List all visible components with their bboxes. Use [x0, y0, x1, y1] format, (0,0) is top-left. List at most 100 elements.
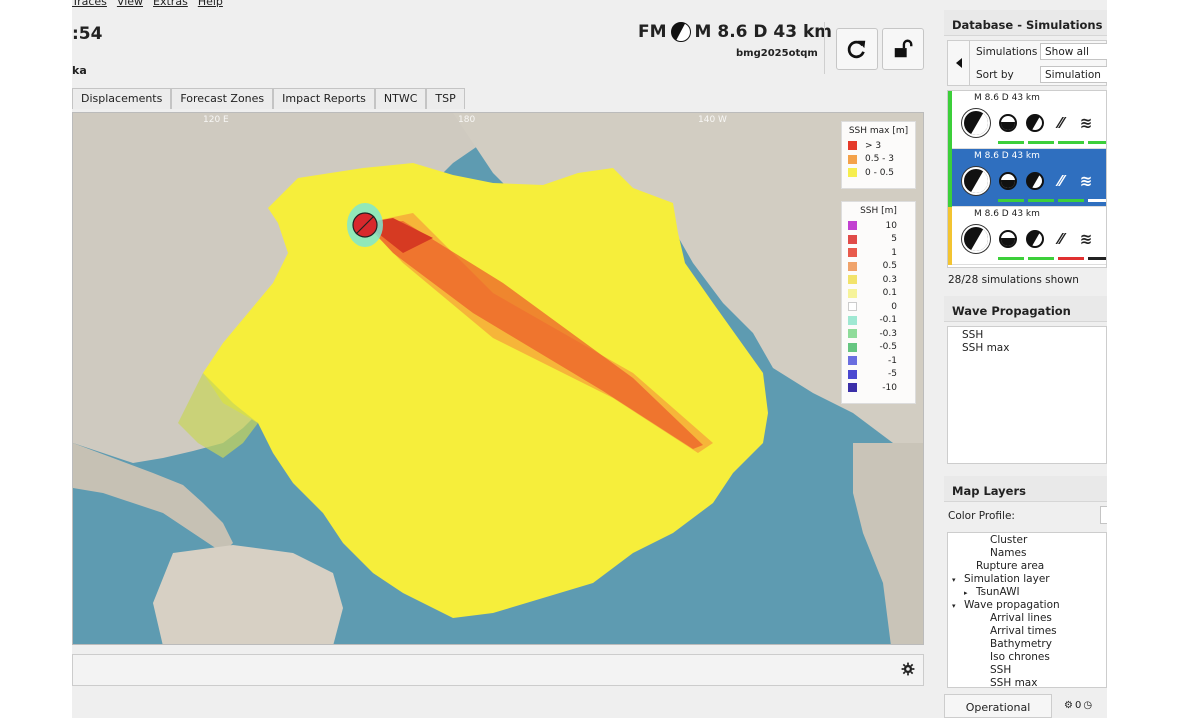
wave-item[interactable]: SSH: [962, 329, 1106, 342]
menu-extras[interactable]: Extras: [153, 0, 188, 9]
legend-row: 0 - 0.5: [848, 166, 909, 180]
status-bars: [998, 141, 1106, 144]
simulation-icons: ⁄⁄ ≋: [962, 167, 1094, 195]
simulation-count: 28/28 simulations shown: [948, 274, 1079, 286]
axis-label-140w: 140 W: [698, 115, 727, 125]
layer-item[interactable]: Arrival times: [948, 625, 1106, 638]
menu-bar: Traces View Extras Help: [72, 0, 223, 9]
refresh-icon: [847, 40, 866, 59]
layer-item[interactable]: ▾ Simulation layer: [948, 573, 1106, 586]
beachball-icon: [962, 167, 990, 195]
settings-gear-icon[interactable]: [901, 662, 915, 676]
status-operational-button[interactable]: Operational: [944, 694, 1052, 718]
layer-label: Arrival times: [990, 625, 1057, 637]
tab-tsp[interactable]: TSP: [426, 88, 465, 109]
wave-propagation-list[interactable]: SSH SSH max: [947, 326, 1107, 464]
legend-row: 0.5 - 3: [848, 153, 909, 167]
map-layers-tree[interactable]: Cluster Names Rupture area ▾ Simulation laye…: [947, 532, 1107, 688]
simulation-icons: ⁄⁄ ≋: [962, 109, 1094, 137]
legend-label: 0: [891, 301, 897, 312]
legend-label: 0.5: [882, 261, 897, 272]
layer-label: Cluster: [990, 534, 1028, 546]
tree-toggle-icon[interactable]: ▾: [952, 602, 964, 610]
layer-item[interactable]: Cluster: [948, 534, 1106, 547]
wave-item[interactable]: SSH max: [962, 342, 1106, 355]
land-australia: [153, 545, 343, 644]
layer-label: SSH max: [990, 677, 1038, 688]
status-bars: [998, 199, 1106, 202]
status-bars: [998, 257, 1106, 260]
legend-row: 0: [848, 300, 909, 314]
status-indicators: ⚙ 0 ◷: [1064, 700, 1092, 711]
refresh-button[interactable]: [836, 28, 878, 70]
status-bar: [998, 257, 1024, 260]
simulations-select[interactable]: Show all: [1040, 43, 1107, 60]
sort-select[interactable]: Simulation: [1040, 66, 1107, 83]
legend-row: > 3: [848, 139, 909, 153]
layer-item[interactable]: ▸ TsunAWI: [948, 586, 1106, 599]
fault-slip-icon: ⁄⁄: [1058, 230, 1064, 248]
tab-ntwc[interactable]: NTWC: [374, 88, 427, 109]
wave-gauge-icon: [999, 230, 1017, 248]
legend-label: 1: [891, 247, 897, 258]
legend-row: -5: [848, 368, 909, 382]
layer-item[interactable]: Arrival lines: [948, 612, 1106, 625]
sort-label: Sort by: [976, 69, 1014, 81]
lock-button[interactable]: [882, 28, 924, 70]
layer-label: Arrival lines: [990, 612, 1052, 624]
status-bar: [1058, 199, 1084, 202]
status-gear-icon[interactable]: ⚙: [1064, 700, 1073, 711]
simulation-list[interactable]: M 8.6 D 43 km ⁄⁄ ≋ M 8.6 D 43 km ⁄⁄ ≋ M 8.6 D …: [947, 90, 1107, 268]
layer-label: SSH: [990, 664, 1012, 676]
tree-toggle-icon[interactable]: ▾: [952, 576, 964, 584]
collapse-arrow-button[interactable]: [948, 41, 970, 85]
beachball-icon: [962, 225, 990, 253]
legend-label: 0.5 - 3: [865, 154, 895, 165]
legend-ssh-title: SSH [m]: [860, 206, 897, 216]
legend-swatch: [848, 275, 857, 285]
event-time: :54: [72, 24, 103, 44]
tsunami-map[interactable]: 120 E 180 140 W SSH max [m] > 3 0.5 - 3 0 …: [72, 112, 924, 645]
legend-row: -0.3: [848, 327, 909, 341]
legend-ssh-max-title: SSH max [m]: [848, 126, 909, 136]
app-window: Traces View Extras Help :54 ka FM M 8.6 …: [72, 0, 1107, 718]
layer-item[interactable]: Rupture area: [948, 560, 1106, 573]
event-location: ka: [72, 64, 87, 77]
tab-displacements[interactable]: Displacements: [72, 88, 172, 109]
layer-item[interactable]: SSH: [948, 664, 1106, 677]
unlock-icon: [894, 39, 913, 58]
tree-toggle-icon[interactable]: ▸: [964, 589, 976, 597]
layer-item[interactable]: ▾ Wave propagation: [948, 599, 1106, 612]
map-layers-title: Map Layers: [944, 476, 1107, 502]
tab-impact-reports[interactable]: Impact Reports: [273, 88, 375, 109]
legend-row: 10: [848, 219, 909, 233]
layer-label: Iso chrones: [990, 651, 1050, 663]
legend-swatch: [848, 261, 857, 271]
layer-label: TsunAWI: [976, 586, 1020, 598]
status-bar: [1088, 199, 1106, 202]
layer-item[interactable]: Names: [948, 547, 1106, 560]
menu-help[interactable]: Help: [198, 0, 223, 9]
layer-item[interactable]: SSH max: [948, 677, 1106, 688]
legend-label: -10: [882, 382, 897, 393]
legend-label: 0.1: [882, 288, 897, 299]
simulation-card[interactable]: M 8.6 D 43 km ⁄⁄ ≋: [948, 207, 1106, 265]
status-bar: [1088, 141, 1106, 144]
legend-swatch: [848, 329, 857, 339]
legend-swatch: [848, 302, 857, 312]
simulation-card[interactable]: M 8.6 D 43 km ⁄⁄ ≋: [948, 91, 1106, 149]
simulation-card[interactable]: M 8.6 D 43 km ⁄⁄ ≋: [948, 149, 1106, 207]
color-profile-select[interactable]: [1100, 506, 1107, 524]
simulation-icons: ⁄⁄ ≋: [962, 225, 1094, 253]
menu-traces[interactable]: Traces: [72, 0, 107, 9]
map-canvas: [73, 113, 923, 644]
mechanism-icon: [1026, 114, 1044, 132]
inundation-icon: ≋: [1079, 230, 1093, 248]
layer-item[interactable]: Iso chrones: [948, 651, 1106, 664]
legend-swatch: [848, 154, 857, 164]
legend-swatch: [848, 248, 857, 258]
tab-forecast-zones[interactable]: Forecast Zones: [171, 88, 274, 109]
layer-item[interactable]: Bathymetry: [948, 638, 1106, 651]
legend-row: 5: [848, 233, 909, 247]
menu-view[interactable]: View: [117, 0, 143, 9]
